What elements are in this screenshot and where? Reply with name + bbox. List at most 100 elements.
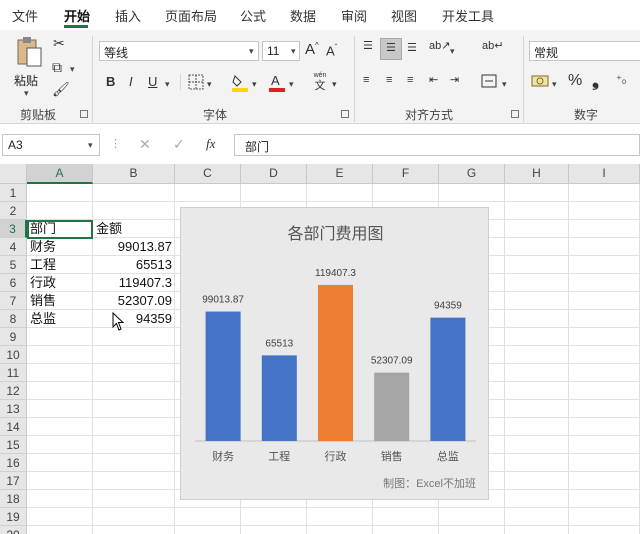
merge-dropdown-icon[interactable]: ▾ bbox=[502, 79, 507, 90]
insert-function-icon[interactable]: fx bbox=[206, 137, 215, 150]
row-header-7[interactable]: 7 bbox=[0, 292, 27, 310]
bold-button[interactable]: B bbox=[106, 75, 115, 88]
row-header-9[interactable]: 9 bbox=[0, 328, 27, 346]
tab-formulas[interactable]: 公式 bbox=[240, 6, 266, 25]
row-header-16[interactable]: 16 bbox=[0, 454, 27, 472]
chart-bar[interactable] bbox=[318, 284, 353, 441]
accounting-format-icon[interactable] bbox=[531, 74, 549, 88]
paste-button[interactable]: 粘贴 ▾ bbox=[10, 36, 46, 98]
align-right-icon[interactable]: ≡ bbox=[407, 75, 413, 86]
row-header-12[interactable]: 12 bbox=[0, 382, 27, 400]
alignment-launcher-icon[interactable] bbox=[511, 110, 519, 118]
chart-bar[interactable] bbox=[205, 311, 241, 441]
row-header-1[interactable]: 1 bbox=[0, 184, 27, 202]
row-header-18[interactable]: 18 bbox=[0, 490, 27, 508]
italic-button[interactable]: I bbox=[129, 75, 133, 88]
underline-dropdown-icon[interactable]: ▾ bbox=[165, 79, 170, 90]
cell-a4[interactable]: 财务 bbox=[30, 238, 90, 256]
font-name-select[interactable]: 等线 bbox=[99, 41, 259, 61]
copy-dropdown-icon[interactable]: ▾ bbox=[70, 64, 75, 75]
cell-b8[interactable]: 94359 bbox=[94, 310, 172, 328]
chart-plot[interactable]: 99013.87 财务 65513 工程 119407.3 行政 52307.09 销售 943… bbox=[181, 208, 490, 501]
increase-indent-icon[interactable]: ⇥ bbox=[450, 75, 459, 86]
borders-icon[interactable] bbox=[188, 74, 204, 90]
row-header-20[interactable]: 20 bbox=[0, 526, 27, 534]
column-header-g[interactable]: G bbox=[439, 164, 505, 184]
borders-dropdown-icon[interactable]: ▾ bbox=[207, 79, 212, 90]
tab-review[interactable]: 审阅 bbox=[341, 6, 367, 25]
increase-font-icon[interactable]: A^ bbox=[305, 42, 319, 58]
font-color-dropdown-icon[interactable]: ▾ bbox=[289, 79, 294, 90]
confirm-entry-icon[interactable]: ✓ bbox=[173, 137, 185, 151]
row-header-2[interactable]: 2 bbox=[0, 202, 27, 220]
name-box[interactable]: A3 bbox=[2, 134, 100, 156]
chart-bar[interactable] bbox=[430, 317, 466, 441]
chart[interactable]: 各部门费用图 99013.87 财务 65513 工程 119407.3 行政 52307.… bbox=[180, 207, 489, 500]
cell-a8[interactable]: 总监 bbox=[30, 310, 90, 328]
fill-color-dropdown-icon[interactable]: ▾ bbox=[252, 79, 257, 90]
row-header-4[interactable]: 4 bbox=[0, 238, 27, 256]
column-header-b[interactable]: B bbox=[93, 164, 175, 184]
align-left-icon[interactable]: ≡ bbox=[363, 75, 369, 86]
comma-button[interactable]: ❟ bbox=[592, 71, 599, 89]
percent-button[interactable]: % bbox=[568, 73, 582, 89]
chart-bar[interactable] bbox=[261, 355, 297, 441]
row-header-17[interactable]: 17 bbox=[0, 472, 27, 490]
row-header-5[interactable]: 5 bbox=[0, 256, 27, 274]
align-bottom-icon[interactable]: ☰ bbox=[407, 43, 417, 54]
font-name-dropdown-icon[interactable]: ▾ bbox=[249, 46, 254, 57]
cell-b6[interactable]: 119407.3 bbox=[94, 274, 172, 292]
align-center-icon[interactable]: ≡ bbox=[386, 75, 392, 86]
tab-data[interactable]: 数据 bbox=[290, 6, 316, 25]
formula-input[interactable]: 部门 bbox=[234, 134, 640, 156]
column-header-h[interactable]: H bbox=[505, 164, 569, 184]
orientation-dropdown-icon[interactable]: ▾ bbox=[450, 46, 455, 57]
row-header-15[interactable]: 15 bbox=[0, 436, 27, 454]
fill-color-icon[interactable] bbox=[231, 72, 249, 92]
decrease-indent-icon[interactable]: ⇤ bbox=[429, 75, 438, 86]
phonetic-guide-button[interactable]: wén 文 bbox=[310, 71, 330, 93]
column-header-i[interactable]: I bbox=[569, 164, 640, 184]
cell-a6[interactable]: 行政 bbox=[30, 274, 90, 292]
row-header-19[interactable]: 19 bbox=[0, 508, 27, 526]
tab-view[interactable]: 视图 bbox=[391, 6, 417, 25]
tab-insert[interactable]: 插入 bbox=[115, 6, 141, 25]
row-header-8[interactable]: 8 bbox=[0, 310, 27, 328]
tab-page-layout[interactable]: 页面布局 bbox=[165, 6, 217, 25]
cell-b4[interactable]: 99013.87 bbox=[94, 238, 172, 256]
clipboard-launcher-icon[interactable] bbox=[80, 110, 88, 118]
font-color-icon[interactable]: A bbox=[268, 72, 286, 92]
row-header-13[interactable]: 13 bbox=[0, 400, 27, 418]
font-launcher-icon[interactable] bbox=[341, 110, 349, 118]
cancel-entry-icon[interactable]: ✕ bbox=[139, 137, 151, 151]
cell-b3[interactable]: 金额 bbox=[96, 220, 172, 238]
select-all-corner[interactable] bbox=[0, 164, 27, 184]
cell-a7[interactable]: 销售 bbox=[30, 292, 90, 310]
number-format-select[interactable]: 常规 bbox=[529, 41, 640, 61]
chart-bar[interactable] bbox=[374, 372, 410, 441]
cell-b7[interactable]: 52307.09 bbox=[94, 292, 172, 310]
orientation-icon[interactable]: ab↗ bbox=[429, 41, 450, 52]
tab-home[interactable]: 开始 bbox=[64, 6, 90, 25]
paste-dropdown-icon[interactable]: ▾ bbox=[24, 88, 29, 99]
underline-button[interactable]: U bbox=[148, 75, 157, 88]
tab-file[interactable]: 文件 bbox=[12, 6, 38, 25]
align-middle-button[interactable]: ☰ bbox=[380, 38, 402, 60]
increase-decimal-icon[interactable]: ⁺₀ bbox=[616, 75, 626, 86]
row-header-3[interactable]: 3 bbox=[0, 220, 27, 238]
column-header-a[interactable]: A bbox=[27, 164, 93, 184]
tab-developer[interactable]: 开发工具 bbox=[442, 6, 494, 25]
accounting-dropdown-icon[interactable]: ▾ bbox=[552, 79, 557, 90]
cut-icon[interactable]: ✂ bbox=[53, 36, 65, 50]
column-header-e[interactable]: E bbox=[307, 164, 373, 184]
decrease-font-icon[interactable]: Aˇ bbox=[326, 44, 337, 58]
column-header-f[interactable]: F bbox=[373, 164, 439, 184]
row-header-6[interactable]: 6 bbox=[0, 274, 27, 292]
font-size-dropdown-icon[interactable]: ▾ bbox=[291, 46, 296, 57]
formula-bar-grip-icon[interactable]: ⋮ bbox=[110, 139, 121, 150]
name-box-dropdown-icon[interactable]: ▾ bbox=[88, 140, 93, 151]
column-header-c[interactable]: C bbox=[175, 164, 241, 184]
merge-center-icon[interactable] bbox=[481, 74, 497, 88]
phonetic-dropdown-icon[interactable]: ▾ bbox=[332, 79, 337, 90]
column-header-d[interactable]: D bbox=[241, 164, 307, 184]
